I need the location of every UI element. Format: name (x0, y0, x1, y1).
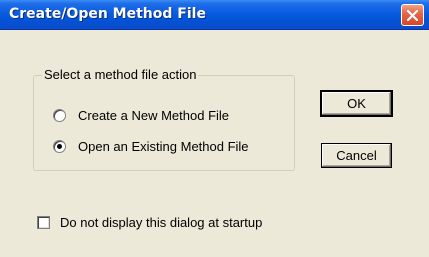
ok-button[interactable]: OK (320, 90, 393, 117)
dialog-title: Create/Open Method File (9, 6, 206, 22)
radio-open-existing-method[interactable]: Open an Existing Method File (53, 137, 249, 155)
radio-create-new-method[interactable]: Create a New Method File (53, 106, 229, 124)
cancel-button[interactable]: Cancel (321, 143, 392, 168)
startup-checkbox-row[interactable]: Do not display this dialog at startup (37, 213, 262, 231)
close-icon (407, 10, 418, 21)
radio-label-create: Create a New Method File (78, 107, 230, 123)
radio-button-create[interactable] (53, 108, 66, 122)
close-button[interactable] (401, 4, 424, 26)
groupbox-legend: Select a method file action (42, 67, 199, 82)
startup-checkbox[interactable] (37, 215, 50, 229)
title-bar[interactable]: Create/Open Method File (0, 0, 429, 30)
radio-label-open: Open an Existing Method File (78, 138, 249, 154)
dialog-window: Create/Open Method File Select a method … (0, 0, 429, 257)
startup-checkbox-label: Do not display this dialog at startup (60, 214, 263, 230)
radio-button-open[interactable] (53, 139, 66, 153)
